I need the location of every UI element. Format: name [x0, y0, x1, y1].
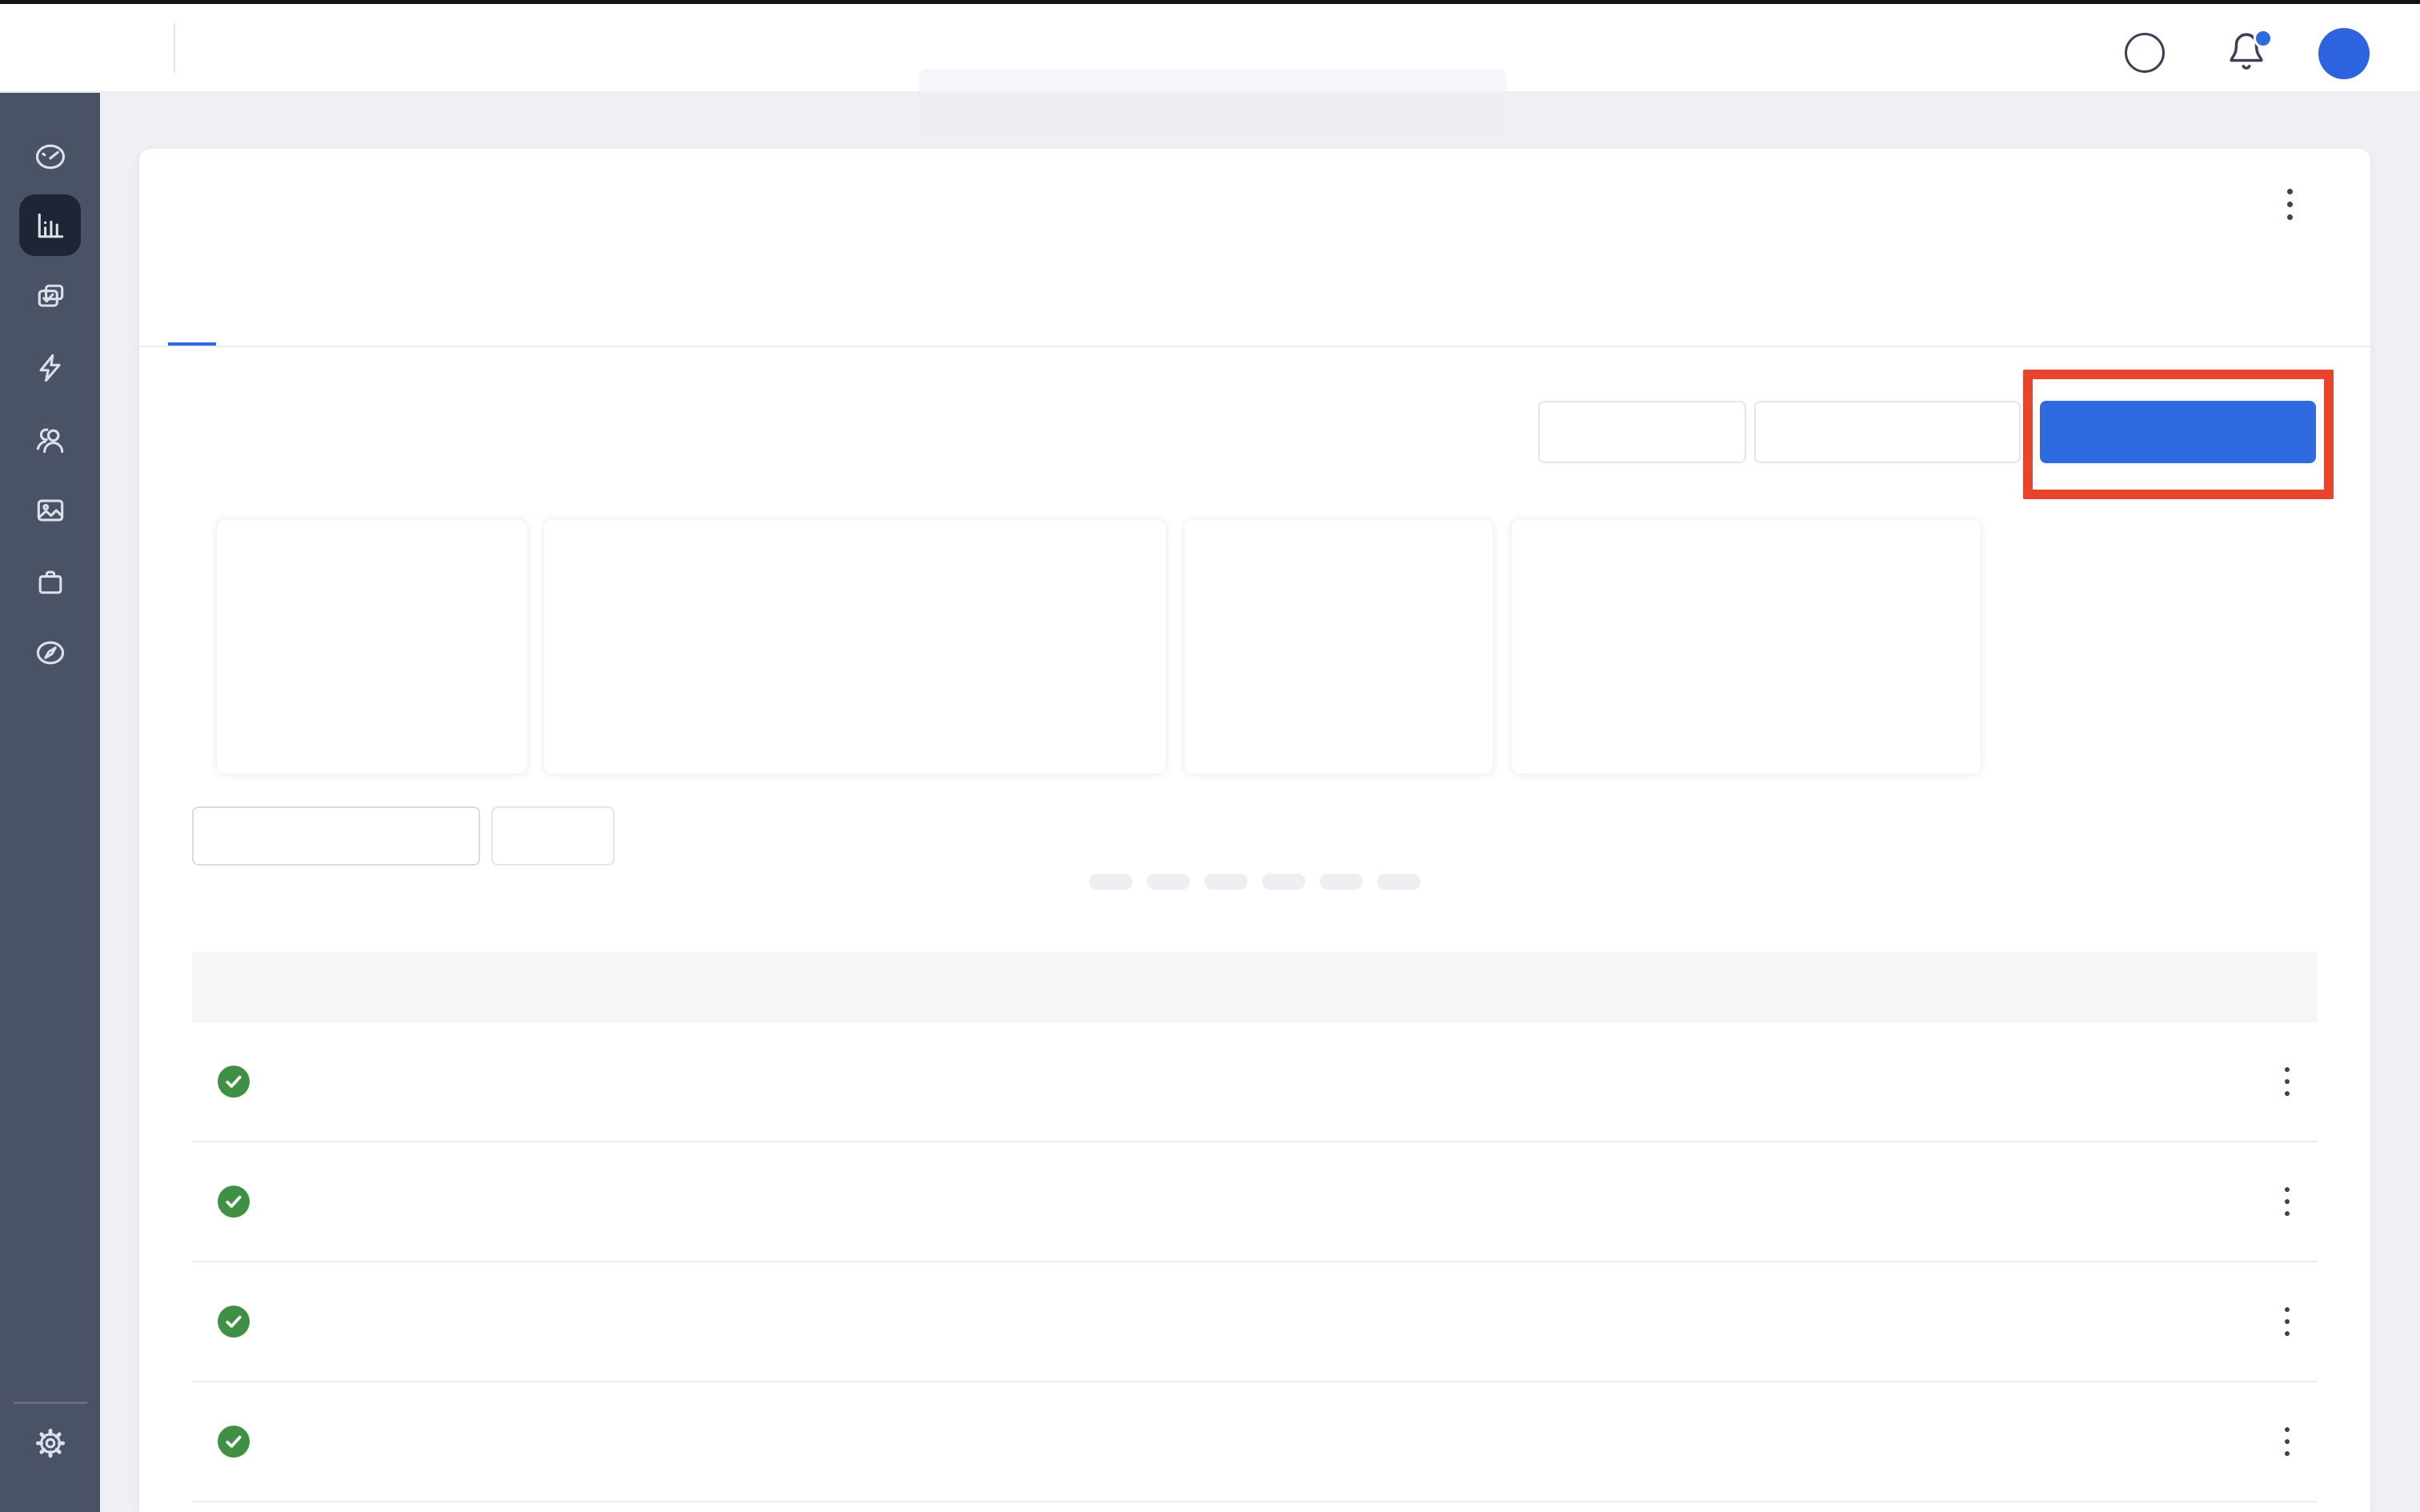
active-datasources-card [216, 518, 528, 774]
chip-alli-data-library[interactable] [1089, 874, 1132, 890]
rows-inserted-chart-card [1511, 518, 1981, 774]
add-new-datasource-button[interactable] [2040, 401, 2316, 463]
client-settings-button[interactable] [1538, 401, 1746, 463]
tab-categorizations[interactable] [216, 283, 264, 347]
search-input[interactable] [192, 806, 480, 866]
row-kebab-menu[interactable] [2256, 1062, 2318, 1101]
radar-chart-card [543, 518, 1167, 774]
sidebar-item-automations[interactable] [19, 337, 81, 398]
help-icon[interactable] [2125, 33, 2165, 73]
sidebar [0, 93, 100, 1512]
tabs-divider [139, 346, 2370, 347]
chip-google[interactable] [1147, 874, 1190, 890]
bag-icon [33, 564, 68, 599]
radar-chart [544, 519, 1166, 774]
table-row [192, 1262, 2318, 1382]
gear-icon [33, 1426, 68, 1461]
datasources-table [192, 952, 2318, 1502]
screen [0, 0, 2420, 1512]
sidebar-item-reporting[interactable] [19, 194, 81, 256]
sidebar-item-settings[interactable] [19, 1412, 81, 1474]
tab-sources[interactable] [168, 283, 216, 347]
sidebar-item-dashboard[interactable] [19, 125, 81, 186]
sidebar-item-tasks[interactable] [19, 266, 81, 327]
sidebar-item-audiences[interactable] [19, 408, 81, 470]
notifications-bell-icon[interactable] [2226, 31, 2270, 74]
logo-divider [174, 23, 175, 73]
search-button[interactable] [491, 806, 615, 866]
rows-inserted-bar-chart [1512, 519, 1981, 774]
lightning-icon [33, 350, 68, 386]
table-row [192, 1022, 2318, 1142]
status-check-icon [218, 1306, 250, 1338]
client-authorizations-button[interactable] [1754, 401, 2021, 463]
row-kebab-menu[interactable] [2256, 1302, 2318, 1341]
chip-facebook[interactable] [1204, 874, 1248, 890]
compass-icon [33, 635, 68, 670]
data-usage-card [1184, 518, 1494, 774]
table-row [192, 1382, 2318, 1502]
users-icon [33, 422, 68, 457]
topbar [0, 4, 2420, 93]
card-kebab-menu[interactable] [2282, 184, 2298, 225]
tab-explorer[interactable] [264, 283, 312, 347]
sidebar-item-explore[interactable] [19, 622, 81, 683]
user-avatar[interactable] [2318, 28, 2370, 79]
filter-chips [139, 874, 2370, 890]
sidebar-item-creative[interactable] [19, 479, 81, 541]
status-check-icon [218, 1426, 250, 1458]
sidebar-divider [14, 1402, 87, 1404]
table-header [192, 952, 2318, 1022]
notification-badge [2254, 29, 2273, 48]
screen-top-edge [0, 0, 2420, 4]
image-icon [33, 493, 68, 528]
row-kebab-menu[interactable] [2256, 1182, 2318, 1221]
tab-reports[interactable] [312, 283, 360, 347]
speedometer-icon [33, 138, 68, 174]
bar-chart-icon [33, 208, 68, 243]
chip-settings[interactable] [1320, 874, 1363, 890]
row-kebab-menu[interactable] [2256, 1422, 2318, 1461]
chip-microsoft[interactable] [1262, 874, 1305, 890]
clipboard-check-icon [33, 279, 68, 314]
status-check-icon [218, 1066, 250, 1098]
chip-tiktok[interactable] [1377, 874, 1420, 890]
sidebar-item-commerce[interactable] [19, 550, 81, 612]
table-row [192, 1142, 2318, 1262]
status-check-icon [218, 1186, 250, 1218]
reporting-card [139, 149, 2370, 1512]
tabs [168, 283, 408, 347]
tab-alerts[interactable] [360, 283, 408, 347]
